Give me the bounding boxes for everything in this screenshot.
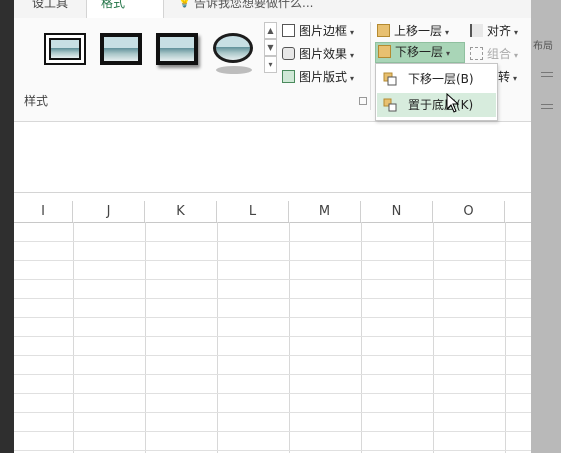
menu-item-send-to-back[interactable]: 置于底层(K) xyxy=(377,93,496,117)
group-icon xyxy=(470,47,483,60)
tab-format-label: 格式 xyxy=(101,0,126,10)
picture-style-shadow[interactable] xyxy=(156,33,198,65)
menu-item-send-backward[interactable]: 下移一层(B) xyxy=(377,67,496,91)
picture-style-oval[interactable] xyxy=(213,33,253,63)
tell-me-search[interactable]: 告诉我您想要做什么... xyxy=(194,0,313,11)
column-header-m[interactable]: M xyxy=(289,201,361,222)
column-header-l[interactable]: L xyxy=(217,201,289,222)
send-backward-icon xyxy=(383,72,397,86)
column-header-row: I J K L M N O xyxy=(14,201,531,223)
window-frame-right: 布局 xyxy=(531,0,561,453)
send-backward-button[interactable]: 下移一层 ▾ xyxy=(375,42,465,63)
layout-icon xyxy=(282,70,295,83)
send-backward-icon xyxy=(378,45,391,58)
gallery-scroll-up[interactable]: ▲ xyxy=(264,22,277,39)
tab-picture-tools[interactable]: 设工具 xyxy=(32,0,68,11)
tab-format[interactable]: 格式 xyxy=(86,0,164,19)
group-separator xyxy=(370,22,371,110)
gallery-more-button[interactable]: ▾ xyxy=(264,56,277,73)
menu-lines-icon xyxy=(541,104,553,105)
bring-forward-icon xyxy=(377,24,390,37)
right-panel-label: 布局 xyxy=(533,41,553,52)
sheet-top-area xyxy=(14,122,531,193)
picture-effects-button[interactable]: 图片效果 ▾ xyxy=(282,45,354,63)
align-icon xyxy=(470,24,483,37)
column-header-i[interactable]: I xyxy=(14,201,73,222)
column-header-k[interactable]: K xyxy=(145,201,217,222)
picture-border-button[interactable]: 图片边框 ▾ xyxy=(282,22,354,40)
picture-style-simple-frame[interactable] xyxy=(44,33,86,65)
grid-line xyxy=(73,222,74,453)
rotate-button[interactable]: 转 ▾ xyxy=(498,68,517,86)
ribbon-tab-bar: 设工具 格式 💡 告诉我您想要做什么... xyxy=(14,0,531,19)
align-button[interactable]: 对齐 ▾ xyxy=(470,22,518,40)
group-button[interactable]: 组合 ▾ xyxy=(470,45,518,63)
bring-forward-button[interactable]: 上移一层 ▾ xyxy=(377,22,449,40)
column-header-o[interactable]: O xyxy=(433,201,505,222)
oval-reflection xyxy=(216,66,252,74)
send-backward-dropdown: 下移一层(B) 置于底层(K) xyxy=(375,63,498,121)
grid-row-line xyxy=(14,241,531,242)
mouse-cursor-icon xyxy=(446,93,460,113)
send-to-back-icon xyxy=(383,98,397,112)
window-frame-left xyxy=(0,0,14,453)
picture-layout-button[interactable]: 图片版式 ▾ xyxy=(282,68,354,86)
dialog-launcher-icon[interactable] xyxy=(359,97,367,105)
lightbulb-icon: 💡 xyxy=(177,0,192,8)
gallery-scroll-down[interactable]: ▼ xyxy=(264,39,277,56)
column-header-j[interactable]: J xyxy=(73,201,145,222)
effects-icon xyxy=(282,47,295,60)
picture-style-black-frame[interactable] xyxy=(100,33,142,65)
column-header-n[interactable]: N xyxy=(361,201,433,222)
menu-lines-icon xyxy=(541,72,553,73)
pen-border-icon xyxy=(282,24,295,37)
group-label-styles: 样式 xyxy=(24,94,49,108)
